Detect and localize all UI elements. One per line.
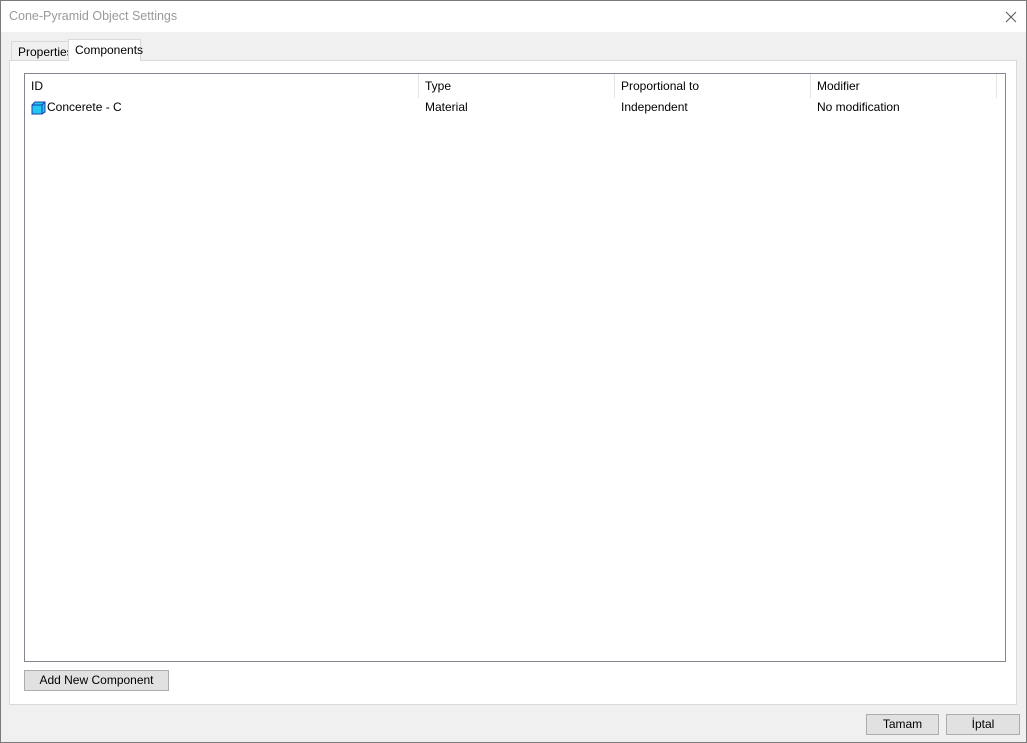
close-icon: [1005, 11, 1017, 22]
list-header: ID Type Proportional to Modifier: [25, 74, 997, 98]
add-new-component-button[interactable]: Add New Component: [24, 670, 169, 691]
material-cube-icon: [31, 101, 46, 114]
ok-button[interactable]: Tamam: [866, 714, 939, 735]
row-type-cell: Material: [425, 100, 468, 114]
column-header-proportional-to[interactable]: Proportional to: [615, 74, 811, 98]
dialog-window: Cone-Pyramid Object Settings Properties …: [0, 0, 1027, 743]
column-header-id[interactable]: ID: [25, 74, 419, 98]
row-id-cell: Concerete - C: [25, 98, 419, 117]
title-bar: Cone-Pyramid Object Settings: [1, 1, 1026, 32]
close-button[interactable]: [996, 1, 1026, 32]
column-header-type[interactable]: Type: [419, 74, 615, 98]
tab-components[interactable]: Components: [68, 39, 144, 61]
column-header-modifier[interactable]: Modifier: [811, 74, 997, 98]
tab-properties-label: Properties: [18, 45, 73, 59]
components-list[interactable]: ID Type Proportional to Modifier Concere…: [24, 73, 1006, 662]
row-modifier-cell: No modification: [817, 100, 900, 114]
table-row[interactable]: Concerete - C Material Independent No mo…: [25, 98, 997, 117]
row-proportional-to-cell: Independent: [621, 100, 688, 114]
tab-components-label: Components: [75, 43, 144, 57]
window-title: Cone-Pyramid Object Settings: [9, 9, 178, 23]
cancel-button[interactable]: İptal: [946, 714, 1020, 735]
row-id-text: Concerete - C: [47, 100, 122, 114]
tab-properties[interactable]: Properties: [11, 41, 73, 61]
components-panel: ID Type Proportional to Modifier Concere…: [9, 60, 1017, 705]
